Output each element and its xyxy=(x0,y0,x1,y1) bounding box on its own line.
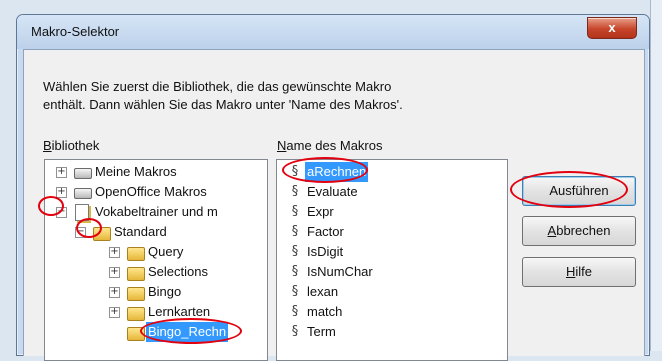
tree-item-openoffice-makros[interactable]: + OpenOffice Makros xyxy=(45,182,267,202)
tree-item-label: Meine Makros xyxy=(95,164,177,179)
macro-list-item[interactable]: § lexan xyxy=(277,282,507,302)
library-label-rest: ibliothek xyxy=(51,138,100,153)
macro-name-label: Name des Makros xyxy=(277,138,382,153)
expand-icon[interactable]: + xyxy=(109,247,120,258)
background-window-edge xyxy=(650,0,662,351)
macro-list-item-label: Factor xyxy=(307,224,344,239)
cancel-button[interactable]: Abbrechen xyxy=(522,216,636,246)
help-button[interactable]: Hilfe xyxy=(522,257,636,287)
drive-icon xyxy=(74,168,92,179)
tree-item-label: Vokabeltrainer und m xyxy=(95,204,218,219)
close-icon: x xyxy=(608,20,616,35)
cancel-button-accesskey: A xyxy=(547,223,557,238)
macro-icon: § xyxy=(291,204,299,219)
tree-item-label: Standard xyxy=(114,224,167,239)
macro-list-item-label: Evaluate xyxy=(307,184,358,199)
annotation-ellipse xyxy=(510,171,628,208)
cancel-button-label: bbrechen xyxy=(556,223,611,238)
close-button[interactable]: x xyxy=(587,17,637,39)
macro-icon: § xyxy=(291,224,299,239)
macro-name-list[interactable]: § aRechnen § Evaluate § Expr § Factor § … xyxy=(276,159,508,361)
macro-icon: § xyxy=(291,304,299,319)
instructions-line-1: Wählen Sie zuerst die Bibliothek, die da… xyxy=(43,79,392,94)
help-button-label: ilfe xyxy=(575,264,592,279)
macro-icon: § xyxy=(291,184,299,199)
folder-icon xyxy=(127,247,145,261)
tree-item-bingo[interactable]: + Bingo xyxy=(45,282,267,302)
macro-icon: § xyxy=(291,244,299,259)
tree-item-query[interactable]: + Query xyxy=(45,242,267,262)
macro-list-item[interactable]: § IsDigit xyxy=(277,242,507,262)
folder-icon xyxy=(127,287,145,301)
tree-item-label: Bingo xyxy=(148,284,182,299)
instructions-line-2: enthält. Dann wählen Sie das Makro unter… xyxy=(43,97,403,112)
tree-item-selections[interactable]: + Selections xyxy=(45,262,267,282)
macro-list-item-label: lexan xyxy=(307,284,339,299)
macro-list-item[interactable]: § Expr xyxy=(277,202,507,222)
macro-list-item[interactable]: § IsNumChar xyxy=(277,262,507,282)
help-button-accesskey: H xyxy=(565,264,576,279)
macro-list-item-label: IsDigit xyxy=(307,244,344,259)
annotation-ellipse xyxy=(282,157,368,183)
window-title: Makro-Selektor xyxy=(31,24,120,39)
annotation-ellipse xyxy=(76,218,102,238)
expand-icon[interactable]: + xyxy=(56,167,67,178)
folder-icon xyxy=(127,267,145,281)
macro-list-item-label: Expr xyxy=(307,204,334,219)
expand-icon[interactable]: + xyxy=(56,187,67,198)
tree-item-label: OpenOffice Makros xyxy=(95,184,207,199)
folder-icon xyxy=(127,307,145,321)
annotation-ellipse xyxy=(38,196,64,216)
macro-list-item[interactable]: § Factor xyxy=(277,222,507,242)
tree-item-lernkarten[interactable]: + Lernkarten xyxy=(45,302,267,322)
macro-list-item[interactable]: § Evaluate xyxy=(277,182,507,202)
tree-item-vokabeltrainer[interactable]: − Vokabeltrainer und m xyxy=(45,202,267,222)
macro-list-item-label: IsNumChar xyxy=(307,264,373,279)
library-label: Bibliothek xyxy=(43,138,99,153)
macro-name-label-accesskey: N xyxy=(277,138,287,153)
dialog-body: Wählen Sie zuerst die Bibliothek, die da… xyxy=(23,49,645,361)
macro-name-label-rest: ame des Makros xyxy=(286,138,383,153)
makro-selektor-dialog: Makro-Selektor x Wählen Sie zuerst die B… xyxy=(16,14,650,361)
macro-list-item-label: match xyxy=(307,304,343,319)
expand-icon[interactable]: + xyxy=(109,287,120,298)
library-label-accesskey: B xyxy=(43,138,52,153)
annotation-ellipse xyxy=(140,318,242,344)
title-bar: Makro-Selektor x xyxy=(17,15,649,49)
expand-icon[interactable]: + xyxy=(109,267,120,278)
drive-icon xyxy=(74,188,92,199)
instructions-text: Wählen Sie zuerst die Bibliothek, die da… xyxy=(43,78,603,114)
tree-item-label: Selections xyxy=(148,264,208,279)
tree-item-label: Query xyxy=(148,244,184,259)
expand-icon[interactable]: + xyxy=(109,307,120,318)
macro-list-item[interactable]: § Term xyxy=(277,322,507,342)
macro-icon: § xyxy=(291,264,299,279)
macro-list-item-label: Term xyxy=(307,324,336,339)
macro-list-item[interactable]: § match xyxy=(277,302,507,322)
macro-icon: § xyxy=(291,284,299,299)
tree-item-meine-makros[interactable]: + Meine Makros xyxy=(45,162,267,182)
macro-icon: § xyxy=(291,324,299,339)
